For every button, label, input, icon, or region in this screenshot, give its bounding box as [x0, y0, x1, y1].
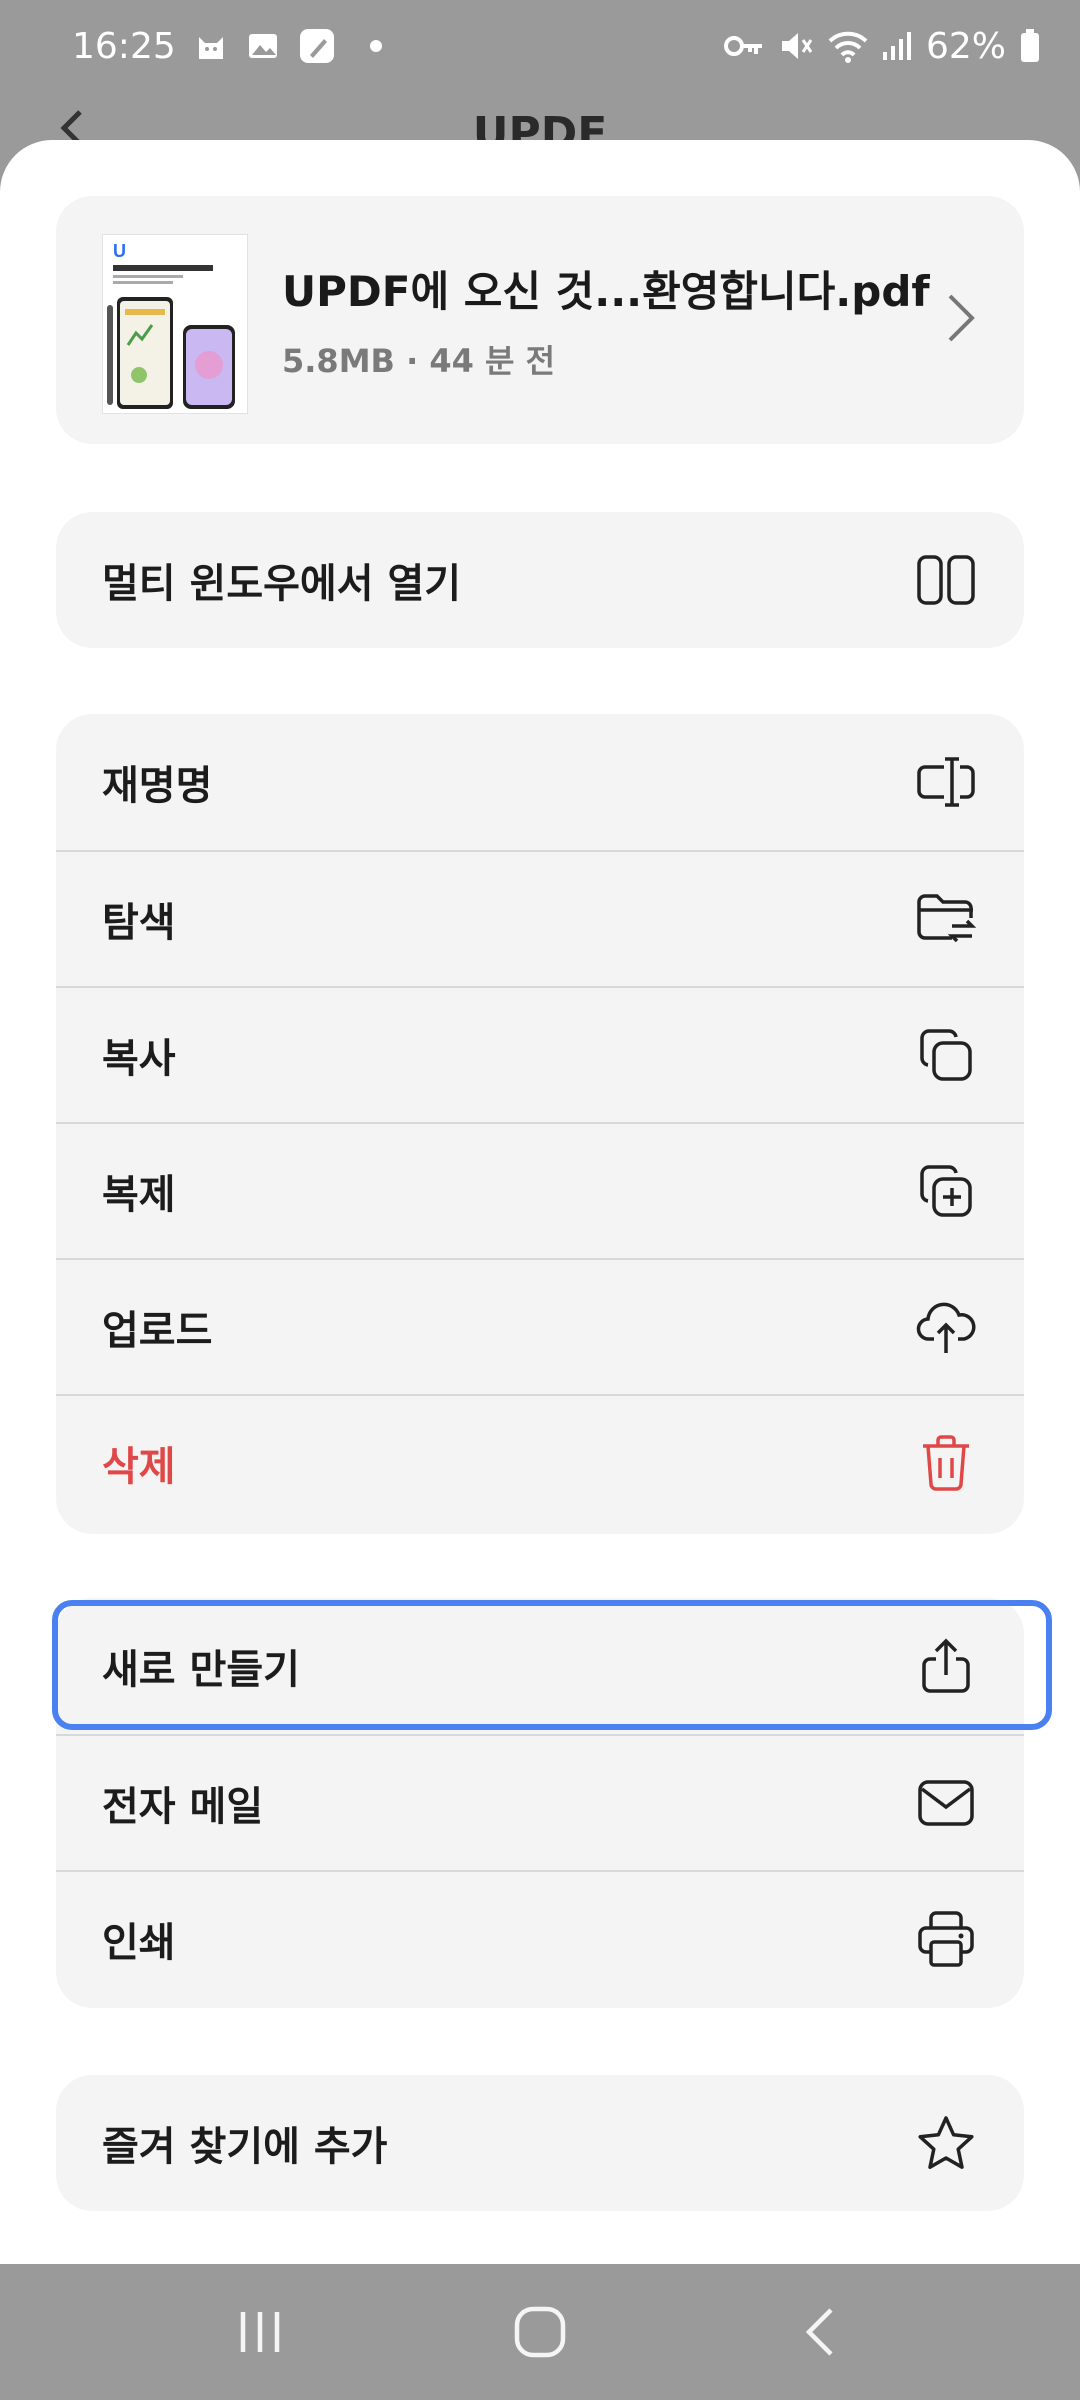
create-new-label: 새로 만들기 [102, 1647, 300, 1693]
file-thumbnail: U [102, 234, 248, 414]
printer-icon [914, 1907, 978, 1971]
file-options-sheet: U UPDF에 오신 것...환영합니다.pdf 5.8MB · 44 분 전 [0, 140, 1080, 2264]
status-time: 16:25 [72, 25, 176, 67]
rename-icon [914, 750, 978, 814]
cloud-upload-icon [914, 1295, 978, 1359]
add-to-favorites-label: 즐겨 찾기에 추가 [102, 2124, 388, 2170]
wifi-icon [828, 29, 868, 63]
back-button[interactable] [780, 2292, 860, 2372]
signal-icon [882, 30, 912, 62]
file-actions-card: 재명명 탐색 복사 복제 업로드 삭제 [56, 714, 1024, 1534]
duplicate-label: 복제 [102, 1172, 176, 1218]
chevron-right-icon [946, 292, 976, 348]
folder-move-icon [914, 887, 978, 951]
svg-text:U: U [113, 241, 126, 261]
multi-window-card: 멀티 윈도우에서 열기 [56, 512, 1024, 648]
favorite-card: 즐겨 찾기에 추가 [56, 2075, 1024, 2211]
open-multi-window-button[interactable]: 멀티 윈도우에서 열기 [56, 512, 1024, 648]
file-meta: 5.8MB · 44 분 전 [282, 336, 555, 382]
recent-apps-button[interactable] [220, 2292, 300, 2372]
copy-icon [914, 1023, 978, 1087]
email-label: 전자 메일 [102, 1784, 264, 1830]
share-icon [914, 1634, 978, 1698]
battery-icon [1020, 29, 1040, 63]
more-notifications-dot [369, 40, 382, 52]
navigation-bar [0, 2264, 1080, 2400]
share-actions-card: 새로 만들기 전자 메일 인쇄 [56, 1598, 1024, 2008]
rename-button[interactable]: 재명명 [56, 714, 1024, 850]
email-button[interactable]: 전자 메일 [56, 1734, 1024, 1870]
create-new-button[interactable]: 새로 만들기 [56, 1598, 1024, 1734]
vpn-key-icon [723, 31, 764, 61]
upload-label: 업로드 [102, 1308, 213, 1354]
explore-label: 탐색 [102, 900, 176, 946]
explore-button[interactable]: 탐색 [56, 850, 1024, 986]
multi-window-label: 멀티 윈도우에서 열기 [102, 561, 462, 607]
file-info-card[interactable]: U UPDF에 오신 것...환영합니다.pdf 5.8MB · 44 분 전 [56, 196, 1024, 444]
duplicate-button[interactable]: 복제 [56, 1122, 1024, 1258]
file-name: UPDF에 오신 것...환영합니다.pdf [282, 267, 930, 316]
home-button[interactable] [500, 2292, 580, 2372]
print-button[interactable]: 인쇄 [56, 1870, 1024, 2006]
multi-window-icon [914, 548, 978, 612]
delete-label: 삭제 [102, 1444, 176, 1490]
add-to-favorites-button[interactable]: 즐겨 찾기에 추가 [56, 2075, 1024, 2211]
gallery-notification-icon [246, 29, 280, 63]
mute-icon [778, 28, 814, 64]
mail-icon [914, 1771, 978, 1835]
star-icon [914, 2111, 978, 2175]
rename-label: 재명명 [102, 763, 213, 809]
delete-button[interactable]: 삭제 [56, 1394, 1024, 1530]
file-modified-time: 44 분 전 [429, 342, 556, 380]
copy-button[interactable]: 복사 [56, 986, 1024, 1122]
cat-notification-icon [194, 29, 228, 63]
battery-percent: 62% [925, 25, 1006, 67]
duplicate-icon [914, 1159, 978, 1223]
notes-notification-icon [298, 27, 336, 65]
status-bar: 16:25 62% [0, 0, 1080, 92]
print-label: 인쇄 [102, 1920, 176, 1966]
file-size: 5.8MB [282, 342, 395, 380]
copy-label: 복사 [102, 1036, 176, 1082]
trash-icon [914, 1431, 978, 1495]
meta-separator: · [406, 342, 419, 380]
upload-button[interactable]: 업로드 [56, 1258, 1024, 1394]
